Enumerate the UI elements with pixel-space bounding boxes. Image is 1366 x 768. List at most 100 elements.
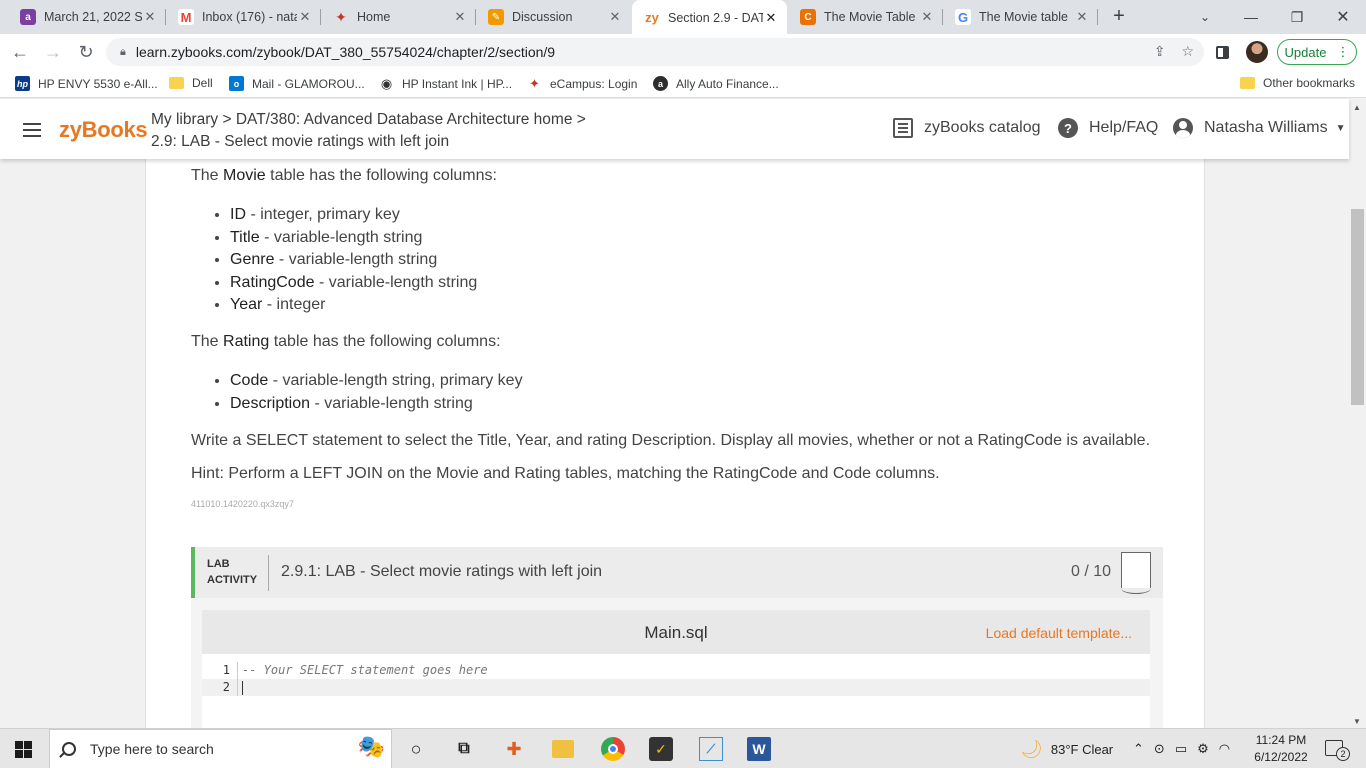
close-icon[interactable]: ✕ [607,9,623,25]
bookmark-label: eCampus: Login [550,76,638,91]
breadcrumb-path[interactable]: My library > DAT/380: Advanced Database … [151,109,586,131]
ecampus-icon: ✦ [335,8,347,25]
bookmark-ecampus[interactable]: ✦ eCampus: Login [527,76,637,91]
breadcrumb-current: 2.9: LAB - Select movie ratings with lef… [151,133,450,150]
caret-down-icon: ▼ [1335,122,1346,134]
word-icon[interactable]: W [747,737,771,761]
chevron-up-icon[interactable]: ⌃ [1133,741,1144,757]
breadcrumb: My library > DAT/380: Advanced Database … [151,109,586,153]
profile-avatar[interactable] [1246,41,1268,63]
lab-activity-header: LAB ACTIVITY 2.9.1: LAB - Select movie r… [191,547,1163,598]
minimize-button[interactable]: — [1228,0,1274,34]
browser-tab-strip: a March 21, 2022 S ✕ M Inbox (176) - nat… [0,0,1366,35]
other-bookmarks[interactable]: Other bookmarks [1240,76,1355,90]
folder-icon [169,77,184,89]
outlook-icon: o [229,76,244,91]
list-item: Title - variable-length string [230,227,477,250]
folder-icon [1240,77,1255,89]
bookmark-hp-envy[interactable]: hp HP ENVY 5530 e-All... [15,76,158,91]
rating-table-intro: The Rating table has the following colum… [191,333,501,350]
bookmark-dell[interactable]: Dell [169,76,213,90]
system-tray: ⌃ ⊙ ▭ ⚙ ◠ [1133,729,1230,768]
new-tab-button[interactable]: + [1108,6,1130,28]
close-icon[interactable]: ✕ [763,10,779,26]
tab-inbox[interactable]: M Inbox (176) - nata ✕ [166,0,321,34]
load-default-template-link[interactable]: Load default template... [986,625,1132,641]
help-faq-link[interactable]: ? Help/FAQ [1058,118,1158,138]
close-icon[interactable]: ✕ [919,9,935,25]
weather-widget[interactable]: 🌙︎ 83°F Clear [1020,729,1113,768]
bookmark-label: Ally Auto Finance... [676,76,779,91]
file-explorer-icon[interactable] [552,740,574,758]
task-view-icon[interactable]: ⧉ [452,737,476,761]
pencil-icon: ✎ [488,9,504,25]
close-window-button[interactable]: ✕ [1320,0,1366,34]
close-icon[interactable]: ✕ [1074,9,1090,25]
windows-start-icon[interactable] [15,741,32,758]
bookmark-star-icon[interactable]: ☆ [1181,43,1194,60]
sql-tool-icon[interactable]: ⟋ [699,737,723,761]
chrome-icon[interactable] [601,737,625,761]
movie-table-intro: The Movie table has the following column… [191,167,497,184]
close-icon[interactable]: ✕ [297,9,313,25]
close-icon[interactable]: ✕ [452,9,468,25]
vpn-icon[interactable]: ⚙ [1197,741,1209,757]
tab-discussion[interactable]: ✎ Discussion ✕ [476,0,631,34]
ally-icon: a [653,76,668,91]
user-name: Natasha Williams [1204,119,1328,136]
bookmark-ally[interactable]: a Ally Auto Finance... [653,76,779,91]
code-line[interactable]: 2 [202,679,1150,696]
code-text[interactable]: -- Your SELECT statement goes here [238,662,488,679]
tab-search-chevron-icon[interactable]: ⌄ [1182,0,1228,34]
share-icon[interactable]: ⇪ [1154,43,1166,60]
code-line[interactable]: 1 -- Your SELECT statement goes here [202,662,1150,679]
notification-center-icon[interactable]: 2 [1325,740,1350,761]
code-editor[interactable]: Main.sql Load default template... 1 -- Y… [202,610,1150,728]
ecampus-icon: ✦ [529,75,540,91]
scroll-up-arrow-icon[interactable]: ▲ [1353,103,1361,112]
scrollbar-thumb[interactable] [1351,209,1364,405]
page-scrollbar[interactable]: ▲ ▼ [1349,99,1366,728]
cortana-icon[interactable]: ○ [404,737,428,761]
hamburger-menu-icon[interactable] [23,123,41,137]
tab-title: Discussion [512,10,573,24]
zybooks-catalog-link[interactable]: zyBooks catalog [893,118,1041,138]
globe-icon: ◉ [380,75,393,91]
side-panel-icon[interactable] [1216,38,1234,66]
lock-icon: 🔒︎ [120,45,126,58]
tab-movie-table-google[interactable]: G The Movie table ✕ [943,0,1098,34]
list-item: Year - integer [230,294,477,317]
restore-button[interactable]: ❐ [1274,0,1320,34]
scroll-down-arrow-icon[interactable]: ▼ [1353,717,1361,726]
user-menu[interactable]: Natasha Williams ▼ [1173,118,1346,138]
movie-table-name: Movie [223,167,266,184]
bookmark-mail[interactable]: o Mail - GLAMOROU... [229,76,365,91]
reload-button[interactable]: ↻ [74,40,98,64]
taskbar-clock[interactable]: 11:24 PM 6/12/2022 [1246,732,1316,766]
back-button[interactable]: ← [8,40,32,64]
bookmark-hp-instant-ink[interactable]: ◉ HP Instant Ink | HP... [379,76,512,91]
code-area[interactable]: 1 -- Your SELECT statement goes here 2 [202,662,1150,696]
meet-now-icon[interactable]: ⊙ [1154,741,1165,757]
url-text[interactable]: learn.zybooks.com/zybook/DAT_380_5575402… [136,44,555,60]
taskbar-search-box[interactable]: Type here to search 🎭 [49,729,392,768]
tab-movie-table-chegg[interactable]: C The Movie Table ✕ [788,0,943,34]
google-icon: G [955,9,971,25]
app-store-icon[interactable]: ✚ [502,737,526,761]
content-card: The Movie table has the following column… [145,159,1205,728]
address-bar[interactable]: 🔒︎ learn.zybooks.com/zybook/DAT_380_5575… [106,38,1204,66]
code-text[interactable] [238,679,243,696]
catalog-label: zyBooks catalog [924,119,1041,136]
tab-home[interactable]: ✦ Home ✕ [321,0,476,34]
update-button[interactable]: Update ⋮ [1277,39,1357,65]
clock-date: 6/12/2022 [1254,750,1308,764]
close-icon[interactable]: ✕ [142,9,158,25]
tab-section-2-9[interactable]: zy Section 2.9 - DAT ✕ [632,0,787,35]
zybooks-logo[interactable]: zyBooks [59,117,148,143]
help-icon: ? [1058,118,1078,138]
tab-march-21[interactable]: a March 21, 2022 S ✕ [8,0,166,34]
norton-icon[interactable]: ✓ [649,737,673,761]
wifi-icon[interactable]: ◠ [1219,741,1230,757]
forward-button[interactable]: → [41,40,65,64]
battery-icon[interactable]: ▭ [1175,741,1187,757]
